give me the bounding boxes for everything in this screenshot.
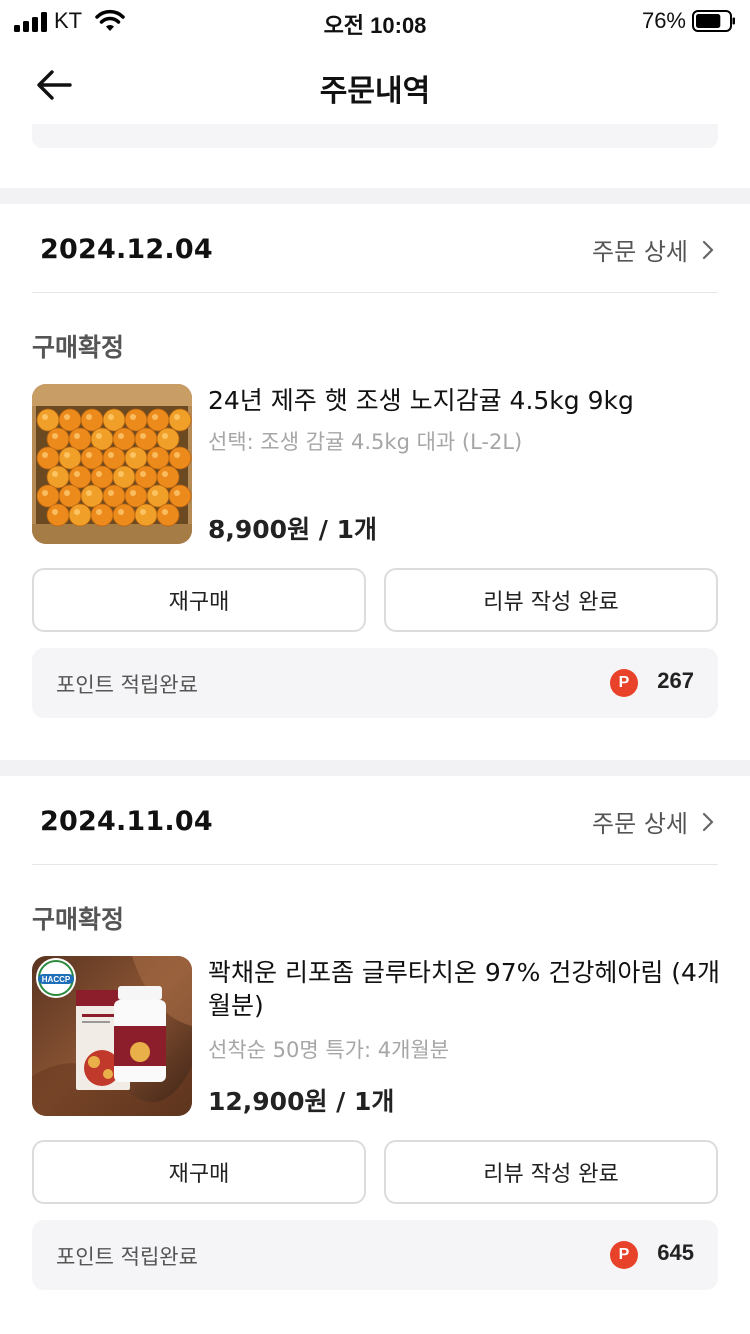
product-image-tangerines[interactable] <box>32 384 192 544</box>
order-date: 2024.12.04 <box>40 234 213 265</box>
order-card: 2024.11.04 주문 상세 구매확정 HACCP 꽉채운 리포좀 글루타치… <box>0 776 750 1334</box>
order-detail-label: 주문 상세 <box>592 810 688 838</box>
points-label: 포인트 적립완료 <box>56 673 198 697</box>
rebuy-button[interactable]: 재구매 <box>32 568 366 632</box>
points-summary: 포인트 적립완료 P 645 <box>32 1220 718 1290</box>
points-value: 645 <box>657 1240 694 1265</box>
review-complete-button[interactable]: 리뷰 작성 완료 <box>384 568 718 632</box>
review-complete-button[interactable]: 리뷰 작성 완료 <box>384 1140 718 1204</box>
status-bar: KT 오전 10:08 76% <box>0 0 750 44</box>
points-summary: 포인트 적립완료 P 267 <box>32 648 718 718</box>
divider <box>32 864 718 865</box>
haccp-badge-text: HACCP <box>42 975 71 984</box>
order-status: 구매확정 <box>32 333 125 362</box>
product-option: 선택: 조생 감귤 4.5kg 대과 (L-2L) <box>208 430 523 454</box>
product-name[interactable]: 꽉채운 리포좀 글루타치온 97% 건강헤아림 (4개월분) <box>208 956 724 1022</box>
divider <box>32 292 718 293</box>
order-detail-link[interactable]: 주문 상세 <box>592 232 714 267</box>
chevron-right-icon <box>702 812 714 831</box>
order-status: 구매확정 <box>32 905 125 934</box>
points-label: 포인트 적립완료 <box>56 1245 198 1269</box>
section-divider <box>0 760 750 776</box>
order-detail-link[interactable]: 주문 상세 <box>592 804 714 839</box>
chevron-right-icon <box>702 240 714 259</box>
rebuy-button[interactable]: 재구매 <box>32 1140 366 1204</box>
battery-percent: 76% <box>641 8 686 33</box>
product-image-glutathione[interactable]: HACCP <box>32 956 192 1116</box>
order-card: 2024.12.04 주문 상세 구매확정 24년 제주 햇 조생 노지감귤 4… <box>0 204 750 760</box>
product-price: 12,900원 / 1개 <box>208 1087 395 1116</box>
section-divider <box>0 188 750 204</box>
product-option: 선착순 50명 특가: 4개월분 <box>208 1038 450 1062</box>
point-coin-icon: P <box>610 669 638 697</box>
product-price: 8,900원 / 1개 <box>208 515 378 544</box>
points-value: 267 <box>657 668 694 693</box>
battery-icon <box>692 10 735 32</box>
order-date: 2024.11.04 <box>40 806 213 837</box>
order-detail-label: 주문 상세 <box>592 238 688 266</box>
product-name[interactable]: 24년 제주 햇 조생 노지감귤 4.5kg 9kg <box>208 384 724 417</box>
status-time: 오전 10:08 <box>323 13 427 38</box>
header: 주문내역 <box>0 50 750 120</box>
point-coin-icon: P <box>610 1241 638 1269</box>
page-title: 주문내역 <box>319 74 431 109</box>
previous-order-card-edge <box>32 124 718 148</box>
